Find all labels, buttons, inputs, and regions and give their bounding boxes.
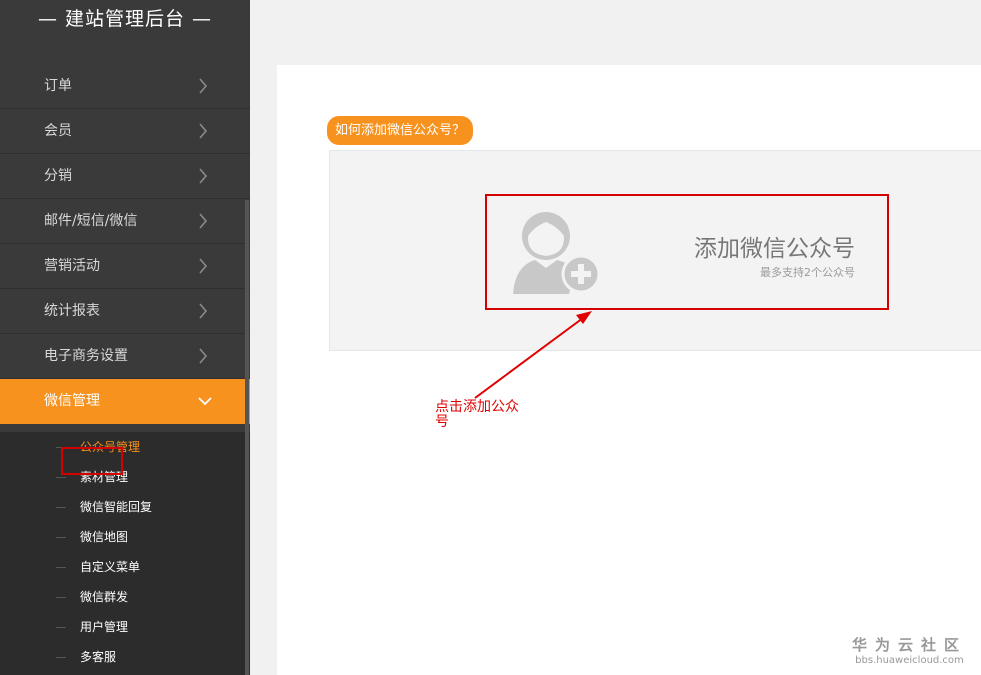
add-wechat-account-button[interactable]: 添加微信公众号 最多支持2个公众号: [485, 194, 889, 310]
submenu-item-smart-reply[interactable]: 微信智能回复: [0, 492, 250, 522]
add-account-title: 添加微信公众号: [694, 236, 855, 262]
sidebar-scrollbar[interactable]: [245, 200, 249, 675]
sidebar-item-label: 邮件/短信/微信: [44, 213, 138, 229]
sidebar-item-label: 电子商务设置: [44, 348, 128, 364]
add-account-subtitle: 最多支持2个公众号: [760, 266, 855, 279]
sidebar-item-label: 分销: [44, 168, 72, 184]
submenu-item-customer-service[interactable]: 多客服: [0, 642, 250, 672]
chevron-right-icon: [198, 289, 212, 334]
submenu-item-materials[interactable]: 素材管理: [0, 462, 250, 492]
sidebar-item-ecommerce-settings[interactable]: 电子商务设置: [0, 334, 250, 379]
submenu-item-accounts[interactable]: 公众号管理: [0, 432, 250, 462]
watermark-url: bbs.huaweicloud.com: [855, 655, 964, 666]
submenu-item-custom-menu[interactable]: 自定义菜单: [0, 552, 250, 582]
sidebar-menu: 订单 会员 分销 邮件/短信/微信 营销活动 统计报表 电子商务设置 微信管理: [0, 64, 250, 424]
watermark-title: 华为云社区: [851, 636, 967, 654]
annotation-note: 点击添加公众号: [435, 399, 519, 430]
sidebar-item-label: 微信管理: [44, 393, 100, 409]
sidebar-item-members[interactable]: 会员: [0, 109, 250, 154]
chevron-right-icon: [198, 199, 212, 244]
sidebar-item-marketing[interactable]: 营销活动: [0, 244, 250, 289]
sidebar-item-label: 营销活动: [44, 258, 100, 274]
help-add-account-link[interactable]: 如何添加微信公众号？: [327, 116, 474, 145]
chevron-right-icon: [198, 244, 212, 289]
submenu-item-mass-send[interactable]: 微信群发: [0, 582, 250, 612]
chevron-right-icon: [198, 154, 212, 199]
sidebar-title: — 建站管理后台 —: [37, 8, 213, 30]
watermark: 华为云社区 bbs.huaweicloud.com: [852, 634, 967, 666]
sidebar-item-distribution[interactable]: 分销: [0, 154, 250, 199]
submenu-item-users[interactable]: 用户管理: [0, 612, 250, 642]
wechat-submenu: 公众号管理 素材管理 微信智能回复 微信地图 自定义菜单 微信群发 用户管理 多…: [0, 432, 250, 675]
sidebar-item-reports[interactable]: 统计报表: [0, 289, 250, 334]
user-add-icon: [511, 208, 603, 298]
sidebar: — 建站管理后台 — 订单 会员 分销 邮件/短信/微信 营销活动 统计报表 电…: [0, 0, 250, 675]
sidebar-item-orders[interactable]: 订单: [0, 64, 250, 109]
sidebar-item-label: 会员: [44, 123, 72, 139]
submenu-item-wechat-map[interactable]: 微信地图: [0, 522, 250, 552]
chevron-right-icon: [198, 334, 212, 379]
sidebar-item-label: 订单: [44, 78, 72, 94]
sidebar-item-label: 统计报表: [44, 303, 100, 319]
submenu-highlight-box: [61, 447, 123, 475]
chevron-right-icon: [198, 109, 212, 154]
chevron-down-icon: [198, 379, 212, 424]
sidebar-item-messaging[interactable]: 邮件/短信/微信: [0, 199, 250, 244]
sidebar-item-wechat[interactable]: 微信管理: [0, 379, 250, 424]
chevron-right-icon: [198, 64, 212, 109]
